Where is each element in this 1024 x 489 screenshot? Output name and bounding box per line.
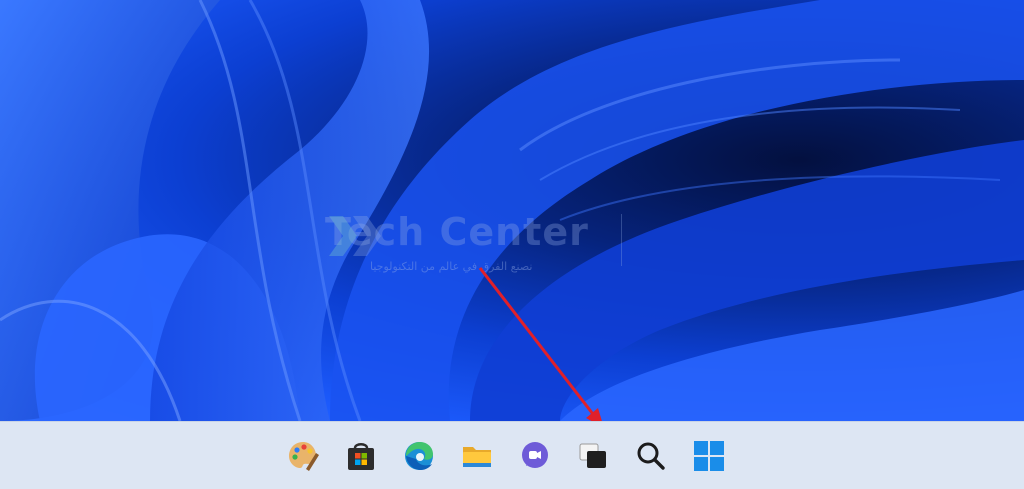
file-explorer-icon[interactable] bbox=[457, 436, 497, 476]
taskbar bbox=[0, 421, 1024, 489]
taskbar-icons bbox=[283, 436, 729, 476]
watermark-subtitle: نصنع الفرق في عالم من التكنولوجيا bbox=[370, 260, 533, 273]
watermark-logo-icon bbox=[329, 216, 381, 256]
watermark: Tech Center نصنع الفرق في عالم من التكنو… bbox=[325, 210, 705, 280]
task-view-icon[interactable] bbox=[573, 436, 613, 476]
teams-chat-icon[interactable] bbox=[515, 436, 555, 476]
paint-icon[interactable] bbox=[283, 436, 323, 476]
edge-icon[interactable] bbox=[399, 436, 439, 476]
store-icon[interactable] bbox=[341, 436, 381, 476]
search-icon[interactable] bbox=[631, 436, 671, 476]
desktop-wallpaper: Tech Center نصنع الفرق في عالم من التكنو… bbox=[0, 0, 1024, 421]
watermark-divider bbox=[621, 214, 622, 266]
start-icon[interactable] bbox=[689, 436, 729, 476]
